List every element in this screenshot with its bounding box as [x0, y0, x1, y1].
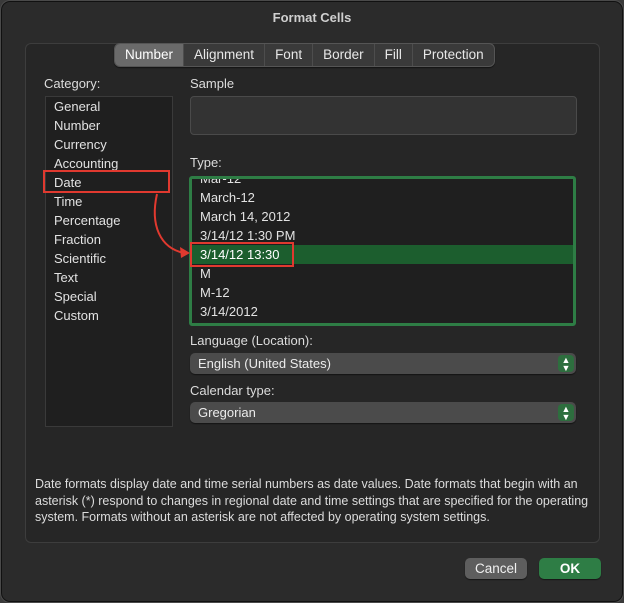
chevron-up-down-icon: ▲ ▼: [558, 404, 574, 422]
format-description: Date formats display date and time seria…: [35, 477, 589, 524]
category-item-percentage[interactable]: Percentage: [54, 211, 121, 230]
tab-fill[interactable]: Fill: [373, 44, 412, 66]
category-list[interactable]: General Number Currency Accounting Date …: [45, 96, 173, 427]
type-annotation-box: [190, 242, 294, 267]
dialog-title: Format Cells: [272, 10, 352, 25]
category-item-general[interactable]: General: [54, 97, 100, 116]
type-item[interactable]: March-12: [192, 188, 573, 207]
category-item-currency[interactable]: Currency: [54, 135, 107, 154]
chevron-up-down-icon: ▲ ▼: [558, 355, 574, 373]
calendar-label: Calendar type:: [190, 383, 275, 398]
tab-font[interactable]: Font: [264, 44, 312, 66]
category-item-time[interactable]: Time: [54, 192, 82, 211]
sample-preview: [190, 96, 577, 135]
cancel-button[interactable]: Cancel: [465, 558, 527, 579]
type-item[interactable]: Mar-12: [192, 179, 573, 188]
tab-border[interactable]: Border: [312, 44, 374, 66]
language-select[interactable]: English (United States) ▲ ▼: [190, 353, 576, 374]
tab-protection[interactable]: Protection: [411, 44, 494, 66]
category-item-number[interactable]: Number: [54, 116, 100, 135]
category-annotation-box: [43, 170, 170, 193]
calendar-select[interactable]: Gregorian ▲ ▼: [190, 402, 576, 423]
tab-number[interactable]: Number: [115, 44, 184, 66]
category-item-custom[interactable]: Custom: [54, 306, 99, 325]
category-item-special[interactable]: Special: [54, 287, 97, 306]
category-item-text[interactable]: Text: [54, 268, 78, 287]
sample-label: Sample: [190, 76, 235, 91]
category-item-scientific[interactable]: Scientific: [54, 249, 106, 268]
calendar-value: Gregorian: [198, 405, 256, 420]
type-label: Type:: [190, 155, 222, 170]
category-label: Category:: [44, 76, 101, 91]
type-item[interactable]: M-12: [192, 283, 573, 302]
type-item[interactable]: March 14, 2012: [192, 207, 573, 226]
tab-bar: Number Alignment Font Border Fill Protec…: [114, 43, 495, 67]
language-value: English (United States): [198, 356, 331, 371]
category-item-fraction[interactable]: Fraction: [54, 230, 101, 249]
tab-alignment[interactable]: Alignment: [183, 44, 264, 66]
language-label: Language (Location):: [190, 333, 313, 348]
type-item[interactable]: 3/14/2012: [192, 302, 573, 321]
ok-button[interactable]: OK: [539, 558, 601, 579]
